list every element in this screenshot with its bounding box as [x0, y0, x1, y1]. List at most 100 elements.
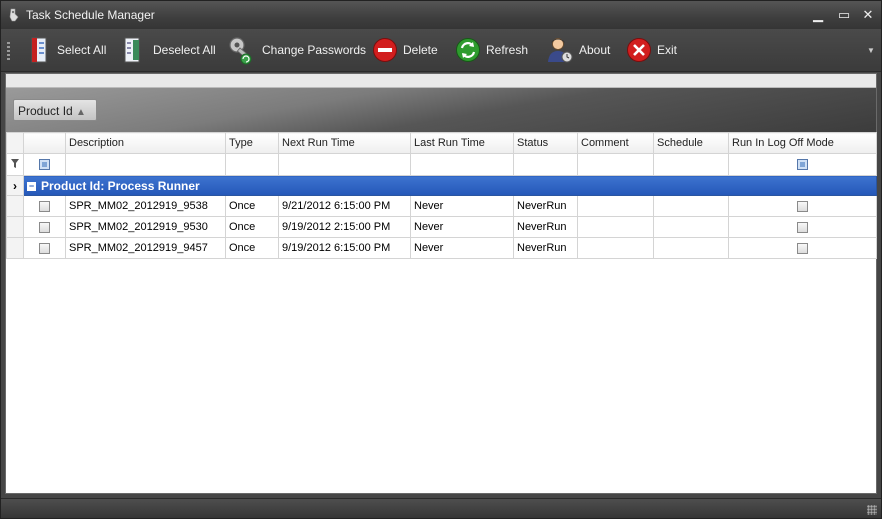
cell-next-run-time[interactable]: 9/19/2012 6:15:00 PM [278, 237, 411, 259]
cell-next-run-time[interactable]: 9/21/2012 6:15:00 PM [278, 195, 411, 217]
exit-button[interactable]: Exit [625, 34, 677, 66]
cell-status[interactable]: NeverRun [513, 216, 578, 238]
minimize-button[interactable]: ▁ [808, 7, 828, 23]
row-indicator[interactable] [6, 216, 24, 238]
toolbar-grip[interactable] [7, 42, 10, 60]
cell-type[interactable]: Once [225, 216, 279, 238]
column-header-next-run-time[interactable]: Next Run Time [278, 132, 411, 154]
cell-description[interactable]: SPR_MM02_2012919_9538 [65, 195, 226, 217]
cell-next-run-time[interactable]: 9/19/2012 2:15:00 PM [278, 216, 411, 238]
column-header-comment[interactable]: Comment [577, 132, 654, 154]
table-row[interactable]: SPR_MM02_2012919_9538 Once 9/21/2012 6:1… [6, 195, 877, 217]
top-strip [6, 74, 876, 88]
delete-button[interactable]: Delete [371, 34, 438, 66]
cell-last-run-time[interactable]: Never [410, 237, 514, 259]
column-header-type[interactable]: Type [225, 132, 279, 154]
filter-cell-status[interactable] [513, 153, 578, 176]
column-header-last-run-time[interactable]: Last Run Time [410, 132, 514, 154]
sort-ascending-icon: ▲ [76, 107, 86, 118]
filter-logoff-checkbox[interactable] [797, 159, 808, 171]
filter-checkbox[interactable] [39, 159, 50, 171]
row-select-cell[interactable] [23, 237, 66, 259]
filter-cell-schedule[interactable] [653, 153, 729, 176]
cell-type[interactable]: Once [225, 237, 279, 259]
select-column-header[interactable] [23, 132, 66, 154]
key-icon [229, 37, 252, 65]
filter-select-all[interactable] [23, 153, 66, 176]
logoff-checkbox[interactable] [797, 221, 808, 233]
app-icon [9, 8, 19, 22]
change-passwords-label: Change Passwords [262, 43, 367, 57]
exit-label: Exit [657, 43, 678, 57]
collapse-group-icon[interactable]: − [27, 181, 36, 191]
filter-cell-description[interactable] [65, 153, 226, 176]
status-bar [1, 498, 881, 518]
toolbar-overflow-icon[interactable]: ▼ [867, 46, 875, 55]
filter-icon [11, 158, 19, 168]
delete-label: Delete [403, 43, 438, 57]
cell-comment[interactable] [577, 237, 654, 259]
cell-schedule[interactable] [653, 216, 729, 238]
deselect-all-label: Deselect All [153, 43, 216, 57]
cell-run-in-log-off-mode[interactable] [728, 237, 877, 259]
select-all-button[interactable]: Select All [27, 34, 106, 66]
cell-type[interactable]: Once [225, 195, 279, 217]
row-checkbox[interactable] [39, 200, 50, 212]
cell-description[interactable]: SPR_MM02_2012919_9530 [65, 216, 226, 238]
row-select-cell[interactable] [23, 216, 66, 238]
window-title: Task Schedule Manager [26, 8, 155, 22]
exit-icon [627, 38, 651, 62]
resize-grip[interactable] [867, 505, 877, 515]
cell-last-run-time[interactable]: Never [410, 195, 514, 217]
filter-indicator [6, 153, 24, 176]
column-header-description[interactable]: Description [65, 132, 226, 154]
filter-cell-run-in-log-off-mode[interactable] [728, 153, 877, 176]
group-row[interactable]: › − Product Id: Process Runner [6, 175, 877, 196]
maximize-button[interactable]: ▭ [834, 7, 854, 23]
filter-cell-last-run-time[interactable] [410, 153, 514, 176]
column-header-status[interactable]: Status [513, 132, 578, 154]
logoff-checkbox[interactable] [797, 200, 808, 212]
cell-status[interactable]: NeverRun [513, 195, 578, 217]
column-header-run-in-log-off-mode[interactable]: Run In Log Off Mode [728, 132, 877, 154]
title-bar[interactable]: Task Schedule Manager ▁ ▭ ✕ [1, 1, 881, 29]
cell-last-run-time[interactable]: Never [410, 216, 514, 238]
cell-description[interactable]: SPR_MM02_2012919_9457 [65, 237, 226, 259]
filter-cell-next-run-time[interactable] [278, 153, 411, 176]
group-row-header[interactable]: − Product Id: Process Runner [23, 175, 877, 196]
row-indicator[interactable] [6, 195, 24, 217]
group-by-panel[interactable]: Product Id ▲ [6, 88, 876, 132]
header-row: Description Type Next Run Time Last Run … [6, 132, 877, 154]
about-button[interactable]: About [545, 34, 610, 66]
deselect-all-button[interactable]: Deselect All [119, 34, 216, 66]
toolbar: Select All Deselect All Change Passwords [1, 29, 881, 72]
change-passwords-button[interactable]: Change Passwords [226, 34, 366, 66]
table-row[interactable]: SPR_MM02_2012919_9457 Once 9/19/2012 6:1… [6, 237, 877, 259]
about-user-icon [548, 38, 573, 63]
filter-cell-type[interactable] [225, 153, 279, 176]
cell-status[interactable]: NeverRun [513, 237, 578, 259]
close-button[interactable]: ✕ [858, 7, 878, 23]
filter-row [6, 153, 877, 176]
row-checkbox[interactable] [39, 242, 50, 254]
select-all-icon [31, 37, 47, 63]
column-header-schedule[interactable]: Schedule [653, 132, 729, 154]
row-checkbox[interactable] [39, 221, 50, 233]
cell-comment[interactable] [577, 195, 654, 217]
cell-schedule[interactable] [653, 195, 729, 217]
about-label: About [579, 43, 611, 57]
row-select-cell[interactable] [23, 195, 66, 217]
logoff-checkbox[interactable] [797, 242, 808, 254]
current-row-indicator: › [6, 175, 24, 196]
filter-cell-comment[interactable] [577, 153, 654, 176]
cell-schedule[interactable] [653, 237, 729, 259]
cell-run-in-log-off-mode[interactable] [728, 195, 877, 217]
delete-icon [373, 38, 397, 62]
table-row[interactable]: SPR_MM02_2012919_9530 Once 9/19/2012 2:1… [6, 216, 877, 238]
row-indicator[interactable] [6, 237, 24, 259]
refresh-button[interactable]: Refresh [454, 34, 528, 66]
content-area: Product Id ▲ Description Type Next Run T… [5, 73, 877, 494]
cell-comment[interactable] [577, 216, 654, 238]
cell-run-in-log-off-mode[interactable] [728, 216, 877, 238]
group-by-chip-product-id[interactable]: Product Id ▲ [13, 99, 97, 121]
